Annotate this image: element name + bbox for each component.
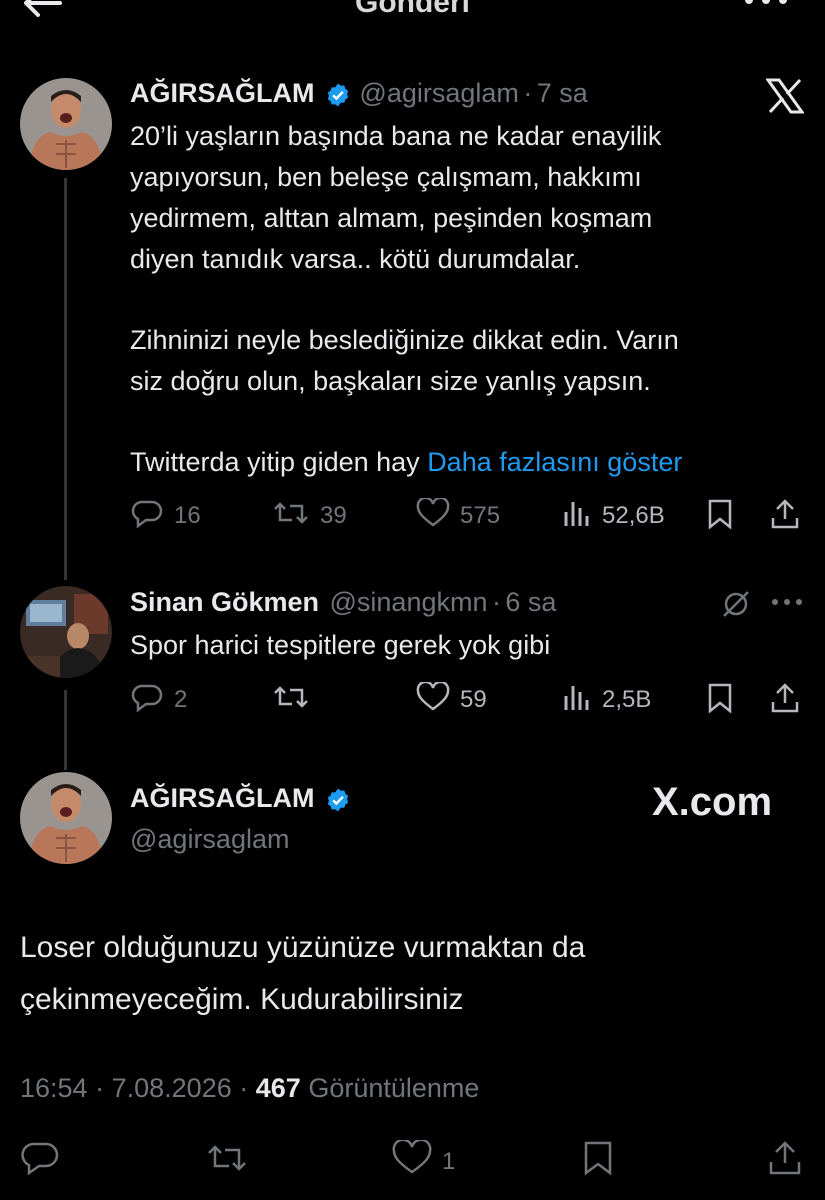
analytics-icon <box>562 682 592 719</box>
tweet-meta: 16:54 · 7.08.2026 · 467 Görüntülenme <box>20 1073 479 1104</box>
reply-icon <box>130 682 164 719</box>
tweet-line: siz doğru olun, başkaları size yanlış ya… <box>130 366 651 396</box>
like-count: 1 <box>442 1147 456 1175</box>
bookmark-icon[interactable] <box>706 682 734 719</box>
retweet-icon <box>272 498 310 535</box>
avatar[interactable] <box>20 586 112 678</box>
separator-dot: · <box>95 1073 105 1103</box>
like-button[interactable]: 1 <box>392 1138 456 1183</box>
main-tweet-actions: 1 <box>20 1138 810 1183</box>
views-label: Görüntülenme <box>308 1073 480 1103</box>
views-count: 52,6B <box>602 502 665 529</box>
views-count: 2,5B <box>602 686 652 713</box>
tweet-line: yedirmem, alttan almam, peşinden koşmam <box>130 203 653 233</box>
reply-button[interactable]: 2 <box>130 682 187 719</box>
reply-text: Spor harici tespitlere gerek yok gibi <box>130 630 551 660</box>
reply-icon[interactable] <box>20 1140 60 1181</box>
reply-icon <box>130 498 164 535</box>
views-count: 467 <box>255 1073 301 1103</box>
author-name[interactable]: AĞIRSAĞLAM <box>130 783 315 813</box>
main-tweet-text: Loser olduğunuzu yüzünüze vurmaktan da ç… <box>20 922 585 1026</box>
author-handle[interactable]: @sinangkmn <box>330 587 488 617</box>
like-count: 575 <box>460 502 501 529</box>
retweet-button[interactable] <box>272 682 310 719</box>
verified-badge-icon <box>325 82 351 113</box>
x-logo-icon <box>765 78 805 119</box>
views-button[interactable]: 2,5B <box>562 682 651 719</box>
separator-dot: · <box>491 587 501 617</box>
tweet-line: çekinmeyeceğim. Kudurabilirsiniz <box>20 983 464 1016</box>
timestamp[interactable]: 6 sa <box>505 587 556 617</box>
more-horizontal-icon[interactable] <box>743 0 789 10</box>
tweet-actions: 2 59 2,5B <box>130 680 810 719</box>
separator-dot: · <box>523 78 533 108</box>
tweet-line: Zihninizi neyle beslediğinize dikkat edi… <box>130 325 679 355</box>
tweet-time[interactable]: 16:54 <box>20 1073 88 1103</box>
author-handle[interactable]: @agirsaglam <box>359 78 518 108</box>
tweet-line: yapıyorsun, ben beleşe çalışmam, hakkımı <box>130 162 642 192</box>
tweet-line: 20’li yaşların başında bana ne kadar ena… <box>130 121 662 151</box>
retweet-button[interactable]: 39 <box>272 498 347 535</box>
share-icon[interactable] <box>768 1140 802 1181</box>
show-more-link[interactable]: Daha fazlasını göster <box>427 447 682 477</box>
analytics-icon <box>562 498 592 535</box>
xcom-watermark: X.com <box>652 780 773 824</box>
heart-icon <box>416 680 450 719</box>
tweet-actions: 16 39 575 52,6B <box>130 496 810 535</box>
avatar[interactable] <box>20 772 112 864</box>
avatar[interactable] <box>20 78 112 170</box>
page-title: Gönderi <box>354 0 470 19</box>
timestamp[interactable]: 7 sa <box>537 78 588 108</box>
retweet-count: 39 <box>320 502 347 529</box>
thread-connector <box>64 690 67 770</box>
tweet-date[interactable]: 7.08.2026 <box>112 1073 232 1103</box>
more-horizontal-icon[interactable] <box>770 592 804 617</box>
bookmark-icon[interactable] <box>582 1140 614 1181</box>
thread-connector <box>64 178 67 580</box>
reply-count: 16 <box>174 502 201 529</box>
like-button[interactable]: 575 <box>416 496 501 535</box>
reply-count: 2 <box>174 686 188 713</box>
tweet-line: Twitterda yitip giden hay <box>130 447 420 477</box>
tweet-text: 20’li yaşların başında bana ne kadar ena… <box>130 116 810 483</box>
author-name[interactable]: Sinan Gökmen <box>130 587 319 617</box>
tweet-line: Loser olduğunuzu yüzünüze vurmaktan da <box>20 931 586 964</box>
heart-icon <box>416 496 450 535</box>
grok-icon[interactable] <box>720 588 752 625</box>
retweet-icon <box>272 682 310 719</box>
verified-badge-icon <box>325 787 351 818</box>
tweet-line: diyen tanıdık varsa.. kötü durumdalar. <box>130 244 581 274</box>
author-handle[interactable]: @agirsaglam <box>130 824 289 855</box>
heart-icon <box>392 1138 432 1183</box>
like-button[interactable]: 59 <box>416 680 487 719</box>
reply-button[interactable]: 16 <box>130 498 201 535</box>
retweet-icon[interactable] <box>205 1140 249 1181</box>
like-count: 59 <box>460 686 487 713</box>
share-icon[interactable] <box>770 682 800 719</box>
author-name[interactable]: AĞIRSAĞLAM <box>130 78 315 108</box>
separator-dot: · <box>239 1073 249 1103</box>
share-icon[interactable] <box>770 498 800 535</box>
bookmark-icon[interactable] <box>706 498 734 535</box>
views-button[interactable]: 52,6B <box>562 498 665 535</box>
